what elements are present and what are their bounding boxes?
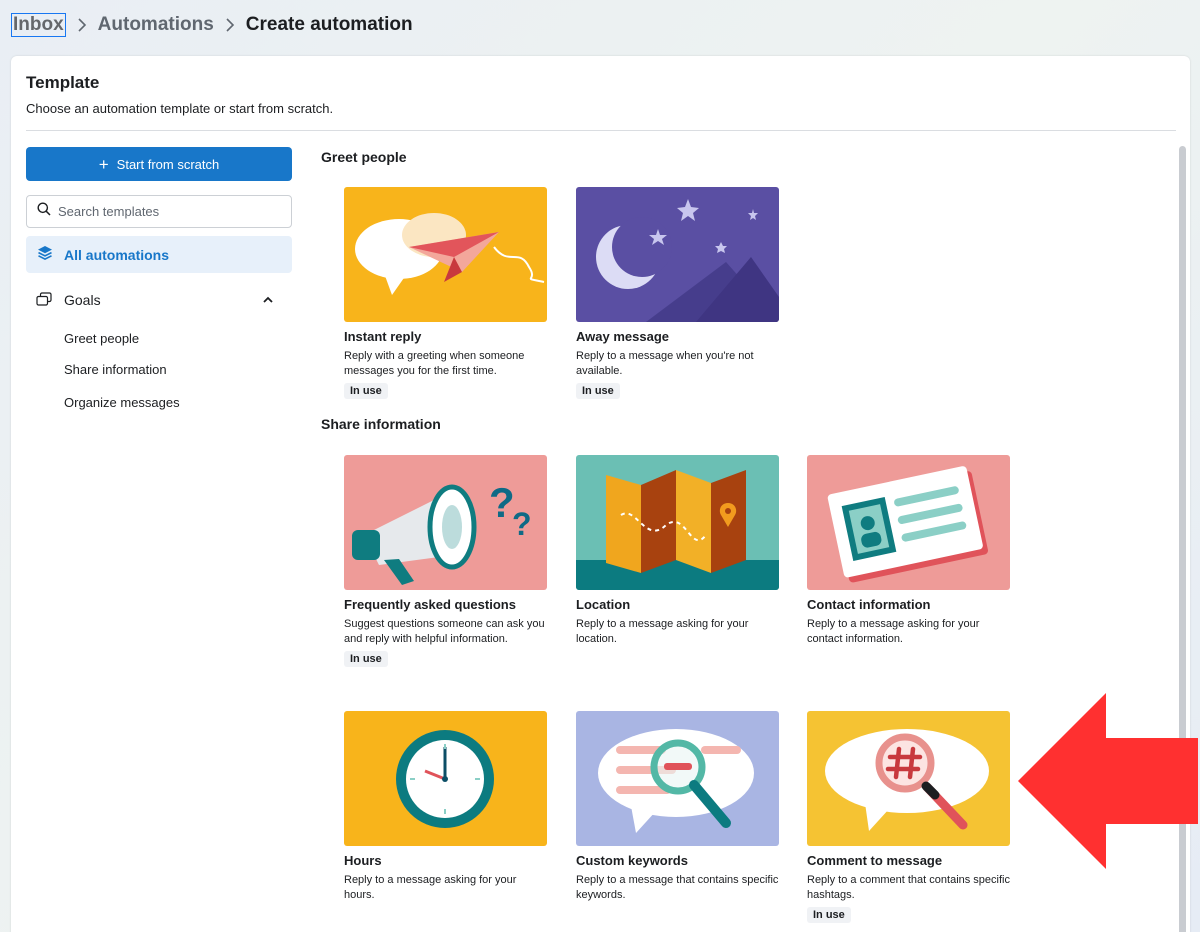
- section-title-share-information: Share information: [321, 416, 441, 432]
- map-illustration: [576, 455, 779, 590]
- chevron-right-icon: [225, 18, 235, 32]
- in-use-badge: In use: [576, 383, 620, 399]
- template-description: Suggest questions someone can ask you an…: [344, 618, 545, 645]
- card-subtitle: Choose an automation template or start f…: [26, 101, 334, 116]
- template-name: Instant reply: [344, 329, 422, 344]
- clock-illustration: [344, 711, 547, 846]
- divider: [26, 130, 1176, 131]
- template-tile-instant-reply[interactable]: Instant reply Reply with a greeting when…: [344, 187, 547, 399]
- search-icon: [37, 202, 51, 221]
- sidebar-item-label: Goals: [64, 292, 101, 308]
- section-title-greet-people: Greet people: [321, 149, 407, 165]
- sidebar-item-goals[interactable]: Goals: [26, 286, 292, 314]
- sidebar-subitem-share-information[interactable]: Share information: [64, 362, 167, 377]
- keyword-search-illustration: [576, 711, 779, 846]
- breadcrumb-current: Create automation: [245, 14, 413, 35]
- annotation-arrow-icon: [1018, 693, 1198, 869]
- template-description: Reply to a message asking for your conta…: [807, 618, 980, 645]
- template-name: Custom keywords: [576, 853, 688, 868]
- moon-illustration: [576, 187, 779, 322]
- sidebar-subitem-organize-messages[interactable]: Organize messages: [64, 395, 180, 410]
- sidebar-item-label: All automations: [64, 246, 170, 263]
- in-use-badge: In use: [807, 907, 851, 923]
- template-description: Reply to a message asking for your locat…: [576, 618, 749, 645]
- template-tile-location[interactable]: Location Reply to a message asking for y…: [576, 455, 779, 647]
- template-tile-custom-keywords[interactable]: Custom keywords Reply to a message that …: [576, 711, 779, 903]
- layers-icon: [37, 245, 53, 264]
- breadcrumb: Inbox Automations Create automation: [11, 12, 413, 38]
- megaphone-illustration: ? ?: [344, 455, 547, 590]
- template-name: Contact information: [807, 597, 931, 612]
- svg-text:?: ?: [512, 506, 532, 542]
- goals-icon: [36, 291, 52, 309]
- plus-icon: +: [98, 154, 109, 174]
- template-name: Comment to message: [807, 853, 943, 868]
- chevron-up-icon[interactable]: [262, 293, 274, 309]
- contact-card-illustration: [807, 455, 1010, 590]
- search-templates-input[interactable]: [58, 204, 278, 219]
- search-templates-field[interactable]: [26, 195, 292, 228]
- in-use-badge: In use: [344, 651, 388, 667]
- template-description: Reply to a comment that contains specifi…: [807, 874, 1010, 901]
- template-description: Reply to a message asking for your hours…: [344, 874, 517, 901]
- paper-plane-illustration: [344, 187, 547, 322]
- template-tile-hours[interactable]: Hours Reply to a message asking for your…: [344, 711, 547, 903]
- template-description: Reply to a message that contains specifi…: [576, 874, 779, 901]
- in-use-badge: In use: [344, 383, 388, 399]
- breadcrumb-inbox-link[interactable]: Inbox: [11, 13, 66, 37]
- template-tile-away-message[interactable]: Away message Reply to a message when you…: [576, 187, 779, 399]
- card-title: Template: [26, 73, 100, 92]
- chevron-right-icon: [77, 18, 87, 32]
- template-name: Away message: [576, 329, 669, 344]
- start-from-scratch-button[interactable]: + Start from scratch: [26, 147, 292, 181]
- sidebar-item-all-automations[interactable]: All automations: [26, 236, 292, 273]
- template-name: Hours: [344, 853, 382, 868]
- svg-text:?: ?: [489, 479, 515, 526]
- breadcrumb-automations-link[interactable]: Automations: [98, 14, 214, 36]
- start-from-scratch-label: Start from scratch: [116, 156, 220, 172]
- template-card: Template Choose an automation template o…: [11, 56, 1190, 932]
- hashtag-search-illustration: [807, 711, 1010, 846]
- template-tile-comment-to-message[interactable]: Comment to message Reply to a comment th…: [807, 711, 1010, 923]
- sidebar-subitem-greet-people[interactable]: Greet people: [64, 331, 139, 346]
- template-name: Location: [576, 597, 631, 612]
- template-name: Frequently asked questions: [344, 597, 516, 612]
- template-tile-contact-information[interactable]: Contact information Reply to a message a…: [807, 455, 1010, 647]
- template-description: Reply to a message when you're not avail…: [576, 350, 754, 377]
- template-description: Reply with a greeting when someone messa…: [344, 350, 525, 377]
- template-tile-frequently-asked-questions[interactable]: ? ? Frequently asked questions Suggest q…: [344, 455, 547, 667]
